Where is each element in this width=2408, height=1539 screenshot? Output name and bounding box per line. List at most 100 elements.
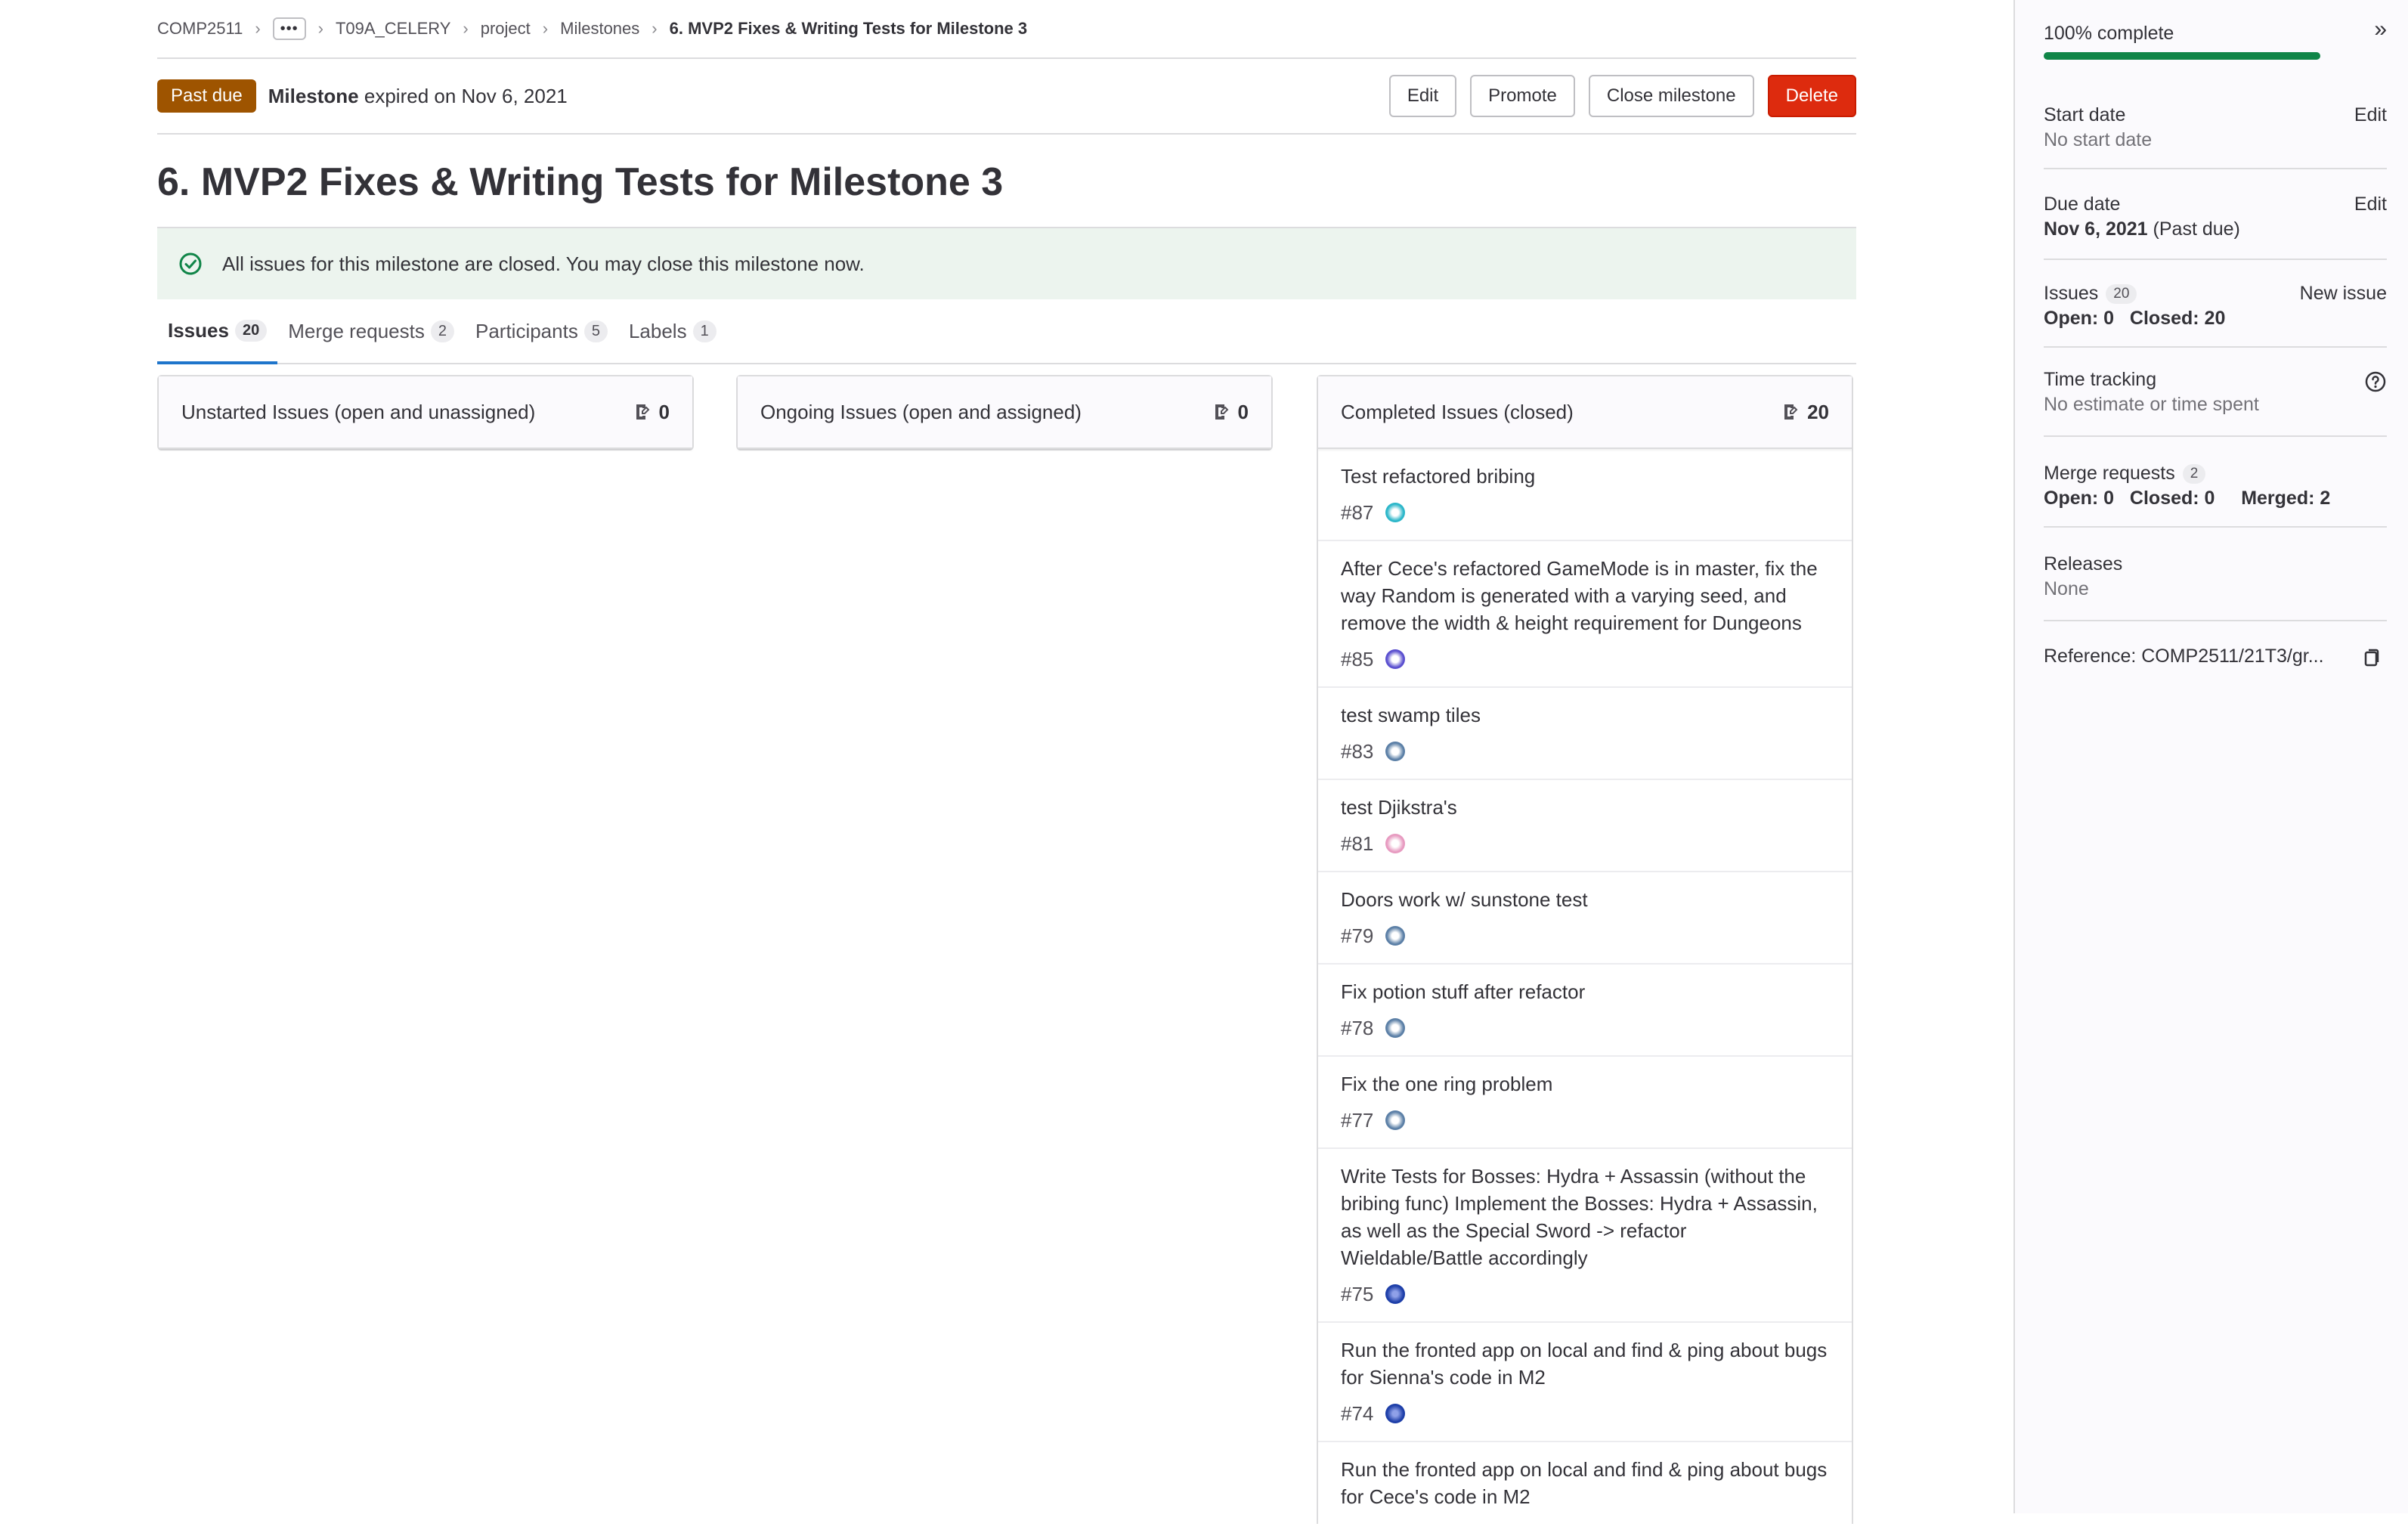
promote-button[interactable]: Promote — [1470, 75, 1575, 117]
issue-title[interactable]: Write Tests for Bosses: Hydra + Assassin… — [1341, 1163, 1829, 1271]
close-milestone-button[interactable]: Close milestone — [1588, 75, 1754, 117]
tab-participants[interactable]: Participants 5 — [465, 299, 618, 363]
milestone-status-text: Milestone expired on Nov 6, 2021 — [268, 85, 568, 108]
issue-title[interactable]: After Cece's refactored GameMode is in m… — [1341, 555, 1829, 636]
due-date-label: Due date — [2044, 194, 2121, 215]
issue-meta: #83 — [1341, 738, 1829, 765]
assignee-avatar[interactable] — [1385, 1404, 1406, 1423]
column-count-value: 20 — [1807, 400, 1829, 423]
success-alert: All issues for this milestone are closed… — [157, 227, 1856, 299]
breadcrumb-milestones[interactable]: Milestones — [560, 19, 639, 39]
start-date-block: Edit Start date No start date — [2044, 60, 2387, 169]
issue-ref[interactable]: #83 — [1341, 738, 1373, 765]
issue-title[interactable]: test swamp tiles — [1341, 701, 1829, 729]
issue-ref[interactable]: #79 — [1341, 922, 1373, 949]
breadcrumb-comp2511[interactable]: COMP2511 — [157, 19, 243, 39]
alert-text: All issues for this milestone are closed… — [222, 252, 865, 275]
progress-bar-fill — [2044, 52, 2320, 60]
issue-ref[interactable]: #77 — [1341, 1107, 1373, 1134]
breadcrumb-group[interactable]: T09A_CELERY — [336, 19, 450, 39]
issue-card[interactable]: Test refactored bribing #87 — [1318, 449, 1852, 541]
delete-button[interactable]: Delete — [1767, 75, 1856, 117]
issue-title[interactable]: Fix the one ring problem — [1341, 1070, 1829, 1098]
issue-title[interactable]: Fix potion stuff after refactor — [1341, 978, 1829, 1005]
issue-card[interactable]: Write Tests for Bosses: Hydra + Assassin… — [1318, 1149, 1852, 1323]
issues-count: 20 — [2106, 284, 2137, 305]
due-date-value: Nov 6, 2021 (Past due) — [2044, 218, 2387, 240]
issue-card[interactable]: Run the fronted app on local and find & … — [1318, 1442, 1852, 1524]
breadcrumb-current[interactable]: 6. MVP2 Fixes & Writing Tests for Milest… — [670, 19, 1028, 39]
tab-labels[interactable]: Labels 1 — [618, 299, 727, 363]
issue-ref[interactable]: #85 — [1341, 646, 1373, 673]
assignee-avatar[interactable] — [1385, 1110, 1406, 1130]
column-header: Unstarted Issues (open and unassigned) 0 — [159, 376, 692, 449]
issue-card[interactable]: Run the fronted app on local and find & … — [1318, 1323, 1852, 1442]
assignee-avatar[interactable] — [1385, 1284, 1406, 1304]
issue-title[interactable]: Doors work w/ sunstone test — [1341, 886, 1829, 913]
assignee-avatar[interactable] — [1385, 1018, 1406, 1038]
issue-meta: #74 — [1341, 1400, 1829, 1427]
issue-title[interactable]: test Djikstra's — [1341, 794, 1829, 821]
mrs-open[interactable]: Open: 0 — [2044, 488, 2114, 509]
assignee-avatar[interactable] — [1385, 834, 1406, 853]
page-title: 6. MVP2 Fixes & Writing Tests for Milest… — [157, 160, 1004, 204]
mrs-closed[interactable]: Closed: 0 — [2130, 488, 2215, 509]
breadcrumb-ellipsis-button[interactable]: ••• — [272, 17, 306, 40]
assignee-avatar[interactable] — [1385, 503, 1406, 522]
past-due-badge: Past due — [157, 79, 256, 113]
assignee-avatar[interactable] — [1385, 742, 1406, 761]
issue-meta: #85 — [1341, 646, 1829, 673]
issue-ref[interactable]: #74 — [1341, 1400, 1373, 1427]
releases-value: None — [2044, 578, 2089, 599]
progress-block: 100% complete » — [2044, 0, 2387, 60]
issue-card[interactable]: Fix the one ring problem #77 — [1318, 1057, 1852, 1149]
unstarted-issues-column: Unstarted Issues (open and unassigned) 0 — [157, 375, 694, 451]
issues-open[interactable]: Open: 0 — [2044, 308, 2114, 329]
issues-stats: Open: 0 Closed: 20 — [2044, 308, 2387, 330]
new-issue-link[interactable]: New issue — [2300, 283, 2387, 305]
reference-text: Reference: COMP2511/21T3/gr... — [2044, 646, 2324, 667]
time-tracking-block: Time tracking No estimate or time spent — [2044, 348, 2387, 437]
issue-ref[interactable]: #75 — [1341, 1280, 1373, 1308]
due-date: Nov 6, 2021 — [2044, 218, 2148, 240]
issue-ref[interactable]: #78 — [1341, 1014, 1373, 1042]
releases-block: Releases None — [2044, 528, 2387, 621]
mrs-merged[interactable]: Merged: 2 — [2241, 488, 2330, 509]
main-content: COMP2511 › ••• › T09A_CELERY › project ›… — [157, 0, 1856, 1539]
assignee-avatar[interactable] — [1385, 926, 1406, 946]
issues-block: New issue Issues 20 Open: 0 Closed: 20 — [2044, 260, 2387, 348]
assignee-avatar[interactable] — [1385, 649, 1406, 669]
issue-title[interactable]: Test refactored bribing — [1341, 463, 1829, 490]
start-date-edit-link[interactable]: Edit — [2354, 104, 2387, 126]
tab-label: Issues — [168, 318, 229, 342]
issue-ref[interactable]: #87 — [1341, 499, 1373, 526]
edit-button[interactable]: Edit — [1388, 75, 1457, 117]
column-count: 0 — [633, 401, 670, 424]
collapse-sidebar-icon[interactable]: » — [2374, 17, 2387, 42]
breadcrumb: COMP2511 › ••• › T09A_CELERY › project ›… — [157, 0, 1856, 59]
breadcrumb-project[interactable]: project — [481, 19, 531, 39]
issue-title[interactable]: Run the fronted app on local and find & … — [1341, 1456, 1829, 1510]
completed-issues-column: Completed Issues (closed) 20 Test refact… — [1317, 375, 1853, 1524]
tab-count: 1 — [692, 320, 717, 342]
tab-issues[interactable]: Issues 20 — [157, 299, 278, 364]
due-date-edit-link[interactable]: Edit — [2354, 194, 2387, 215]
copy-icon[interactable] — [2361, 647, 2381, 668]
issue-card[interactable]: After Cece's refactored GameMode is in m… — [1318, 541, 1852, 688]
tab-merge-requests[interactable]: Merge requests 2 — [277, 299, 465, 363]
issue-card[interactable]: Doors work w/ sunstone test #79 — [1318, 872, 1852, 965]
issue-meta: #79 — [1341, 922, 1829, 949]
issue-ref[interactable]: #81 — [1341, 830, 1373, 857]
issue-card[interactable]: test swamp tiles #83 — [1318, 688, 1852, 780]
issue-title[interactable]: Run the fronted app on local and find & … — [1341, 1336, 1829, 1391]
issue-card[interactable]: Fix potion stuff after refactor #78 — [1318, 965, 1852, 1057]
help-icon[interactable] — [2364, 370, 2387, 393]
column-title: Unstarted Issues (open and unassigned) — [181, 400, 536, 423]
start-date-value: No start date — [2044, 129, 2153, 150]
check-circle-icon — [179, 252, 202, 275]
issues-label: Issues — [2044, 283, 2099, 304]
time-tracking-value: No estimate or time spent — [2044, 394, 2259, 415]
chevron-right-icon: › — [317, 19, 323, 38]
issues-closed[interactable]: Closed: 20 — [2130, 308, 2225, 329]
issue-card[interactable]: test Djikstra's #81 — [1318, 780, 1852, 872]
